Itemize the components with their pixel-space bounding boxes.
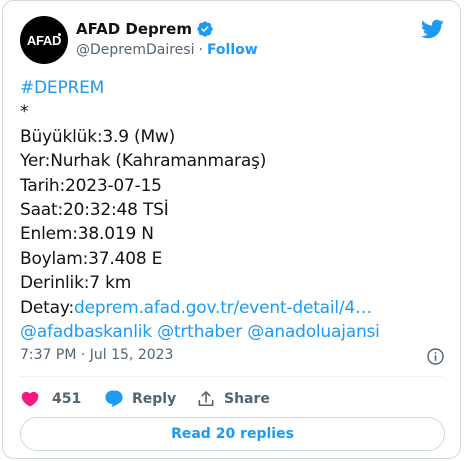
tweet-body: #DEPREM * Büyüklük:3.9 (Mw) Yer:Nurhak (… <box>20 76 440 344</box>
hashtag-link[interactable]: #DEPREM <box>20 76 440 100</box>
share-icon <box>198 391 214 407</box>
latitude-line: Enlem:38.019 N <box>20 224 154 245</box>
magnitude-line: Büyüklük:3.9 (Mw) <box>20 126 176 147</box>
avatar-dot <box>58 33 61 36</box>
share-button[interactable]: Share <box>196 389 270 409</box>
detail-link[interactable]: deprem.afad.gov.tr/event-detail/4… <box>74 298 372 318</box>
account-name[interactable]: AFAD Deprem <box>76 20 192 38</box>
follow-button[interactable]: Follow <box>207 42 258 58</box>
asterisk-line: * <box>20 102 29 123</box>
tweet-timestamp[interactable]: 7:37 PM · Jul 15, 2023 <box>20 347 173 363</box>
account-name-row: AFAD Deprem <box>76 19 214 39</box>
avatar[interactable]: AFAD <box>20 16 68 64</box>
avatar-logo-text: AFAD <box>26 32 62 48</box>
reply-button[interactable]: Reply <box>104 389 196 409</box>
handle-separator: · <box>198 42 203 58</box>
mention-afadbaskanlik[interactable]: @afadbaskanlik <box>20 322 152 342</box>
detail-line: Detay:deprem.afad.gov.tr/event-detail/4… <box>20 296 440 320</box>
verified-badge-icon <box>197 21 213 37</box>
share-label: Share <box>224 391 270 407</box>
account-handle[interactable]: @DepremDairesi <box>76 42 194 58</box>
reply-bubble-icon <box>105 390 123 408</box>
mention-anadoluajansi[interactable]: @anadoluajansi <box>247 322 380 342</box>
reply-label: Reply <box>132 391 177 407</box>
divider <box>20 376 443 377</box>
time-line: Saat:20:32:48 TSİ <box>20 200 169 221</box>
like-count: 451 <box>52 391 82 407</box>
mentions-line: @afadbaskanlik @trthaber @anadoluajansi <box>20 320 440 344</box>
longitude-line: Boylam:37.408 E <box>20 248 163 269</box>
depth-line: Derinlik:7 km <box>20 273 132 294</box>
mention-trthaber[interactable]: @trthaber <box>157 322 242 342</box>
twitter-bird-icon[interactable] <box>420 17 444 41</box>
read-replies-button[interactable]: Read 20 replies <box>20 417 445 451</box>
like-button[interactable]: 451 <box>20 389 104 409</box>
location-line: Yer:Nurhak (Kahramanmaraş) <box>20 151 267 172</box>
date-line: Tarih:2023-07-15 <box>20 175 162 196</box>
detail-label: Detay: <box>20 297 74 318</box>
heart-icon <box>21 391 39 407</box>
info-icon[interactable] <box>426 347 445 366</box>
action-bar: 451 Reply Share <box>20 388 270 410</box>
account-handle-row: @DepremDairesi · Follow <box>76 41 258 59</box>
